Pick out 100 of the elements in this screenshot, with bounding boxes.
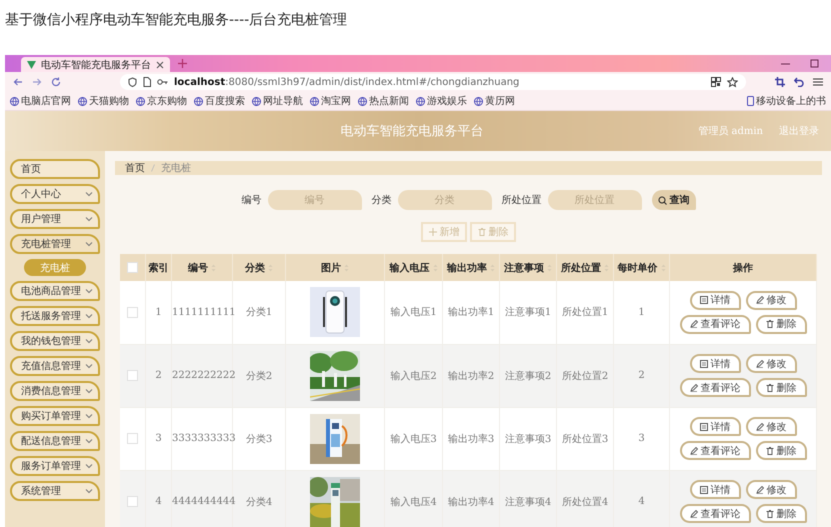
menu-icon[interactable]	[813, 77, 823, 87]
pen-icon	[690, 320, 698, 328]
table-cell: 输入电压3	[384, 407, 442, 470]
chevron-icon	[85, 216, 93, 222]
close-icon[interactable]	[156, 60, 164, 68]
url-text: localhost:8080/ssml3h97/admin/dist/index.html#/chongdianzhuang	[174, 76, 520, 88]
sidebar-item[interactable]: 消费信息管理	[10, 381, 100, 401]
field-label: 所处位置	[502, 194, 542, 207]
pen-icon	[690, 384, 698, 392]
column-header: 输出功率	[447, 262, 487, 274]
sidebar-item[interactable]: 用户管理	[10, 209, 100, 229]
sidebar-item[interactable]: 配送信息管理	[10, 431, 100, 451]
column-header: 操作	[733, 262, 753, 274]
trash-icon	[766, 446, 774, 454]
detail-button[interactable]: 详情	[690, 354, 740, 373]
table-cell: 所处位置3	[556, 407, 614, 470]
bookmark-link[interactable]: 京东购物	[135, 94, 188, 108]
undo-icon[interactable]	[794, 77, 804, 87]
comment-button[interactable]: 查看评论	[680, 504, 750, 523]
comment-button[interactable]: 查看评论	[680, 441, 750, 460]
bookmark-link[interactable]: 游戏娱乐	[415, 94, 468, 108]
sidebar-item[interactable]: 个人中心	[10, 184, 100, 204]
address-field[interactable]: localhost:8080/ssml3h97/admin/dist/index.html#/chongdianzhuang	[120, 74, 746, 90]
pen-icon	[756, 360, 764, 368]
back-icon[interactable]	[13, 77, 23, 87]
search-field[interactable]: 编号	[268, 190, 362, 210]
table-cell: 注意事项2	[500, 344, 556, 407]
bookmark-link[interactable]: 淘宝网	[309, 94, 352, 108]
separator	[151, 164, 155, 172]
comment-button[interactable]: 查看评论	[680, 378, 750, 397]
search-button[interactable]: 查询	[652, 190, 696, 210]
edit-button[interactable]: 修改	[746, 480, 796, 499]
sidebar-item[interactable]: 电池商品管理	[10, 281, 100, 301]
document-icon	[700, 296, 708, 304]
maximize-icon[interactable]	[810, 59, 819, 68]
checkbox[interactable]	[127, 370, 138, 381]
plus-icon[interactable]	[178, 59, 187, 68]
delete-button[interactable]: 删除	[756, 378, 806, 397]
checkbox[interactable]	[127, 306, 138, 318]
bookmark-link[interactable]: 热点新闻	[357, 94, 410, 108]
document-icon	[700, 486, 708, 494]
checkbox[interactable]	[127, 496, 138, 507]
checkbox[interactable]	[127, 432, 138, 444]
search-field[interactable]: 所处位置	[548, 190, 642, 210]
bookmark-link[interactable]: 百度搜索	[193, 94, 246, 108]
sidebar-item[interactable]: 首页	[10, 159, 100, 179]
forward-icon[interactable]	[32, 77, 42, 87]
comment-button[interactable]: 查看评论	[680, 314, 750, 334]
browser-tab[interactable]: 电动车智能充电服务平台	[21, 57, 170, 72]
crop-icon[interactable]	[775, 77, 785, 87]
bookmark-link[interactable]: 移动设备上的书	[746, 94, 827, 108]
chevron-icon	[85, 438, 93, 444]
chevron-icon	[85, 463, 93, 469]
edit-button[interactable]: 修改	[746, 417, 796, 436]
tab-title: 电动车智能充电服务平台	[41, 58, 151, 72]
bookmark-link[interactable]: 黄历网	[473, 94, 516, 108]
table-cell: 3333333333	[172, 407, 232, 470]
table-cell: 输出功率2	[442, 344, 500, 407]
table-cell: 2	[614, 344, 670, 407]
column-header: 索引	[148, 262, 168, 274]
table-cell: 所处位置1	[556, 281, 614, 344]
search-icon	[658, 196, 666, 204]
shield-icon	[128, 77, 137, 87]
reload-icon[interactable]	[51, 77, 61, 87]
table-cell: 3	[146, 407, 172, 470]
detail-button[interactable]: 详情	[690, 480, 740, 499]
sidebar-item[interactable]: 服务订单管理	[10, 456, 100, 476]
delete-button[interactable]: 删除	[756, 441, 806, 460]
delete-button[interactable]: 删除	[756, 504, 806, 523]
edit-button[interactable]: 修改	[746, 354, 796, 373]
sidebar-item[interactable]: 托送服务管理	[10, 306, 100, 326]
chevron-icon	[85, 191, 93, 197]
detail-button[interactable]: 详情	[690, 290, 740, 310]
sidebar-item[interactable]: 充电桩管理	[10, 234, 100, 254]
bookmark-link[interactable]: 天猫购物	[77, 94, 130, 108]
search-field[interactable]: 分类	[398, 190, 492, 210]
table-cell: 输出功率4	[442, 470, 500, 527]
column-header: 分类	[245, 262, 265, 274]
detail-button[interactable]: 详情	[690, 417, 740, 436]
sidebar-item[interactable]: 充值信息管理	[10, 356, 100, 376]
sidebar-item[interactable]: 购买订单管理	[10, 406, 100, 426]
table-cell: 输入电压1	[384, 281, 442, 344]
chevron-icon	[85, 288, 93, 294]
sidebar-item[interactable]: 我的钱包管理	[10, 331, 100, 351]
edit-button[interactable]: 修改	[746, 290, 796, 310]
star-icon[interactable]	[727, 76, 738, 88]
pen-icon	[756, 296, 764, 304]
pen-icon	[690, 446, 698, 454]
checkbox[interactable]	[127, 262, 138, 273]
trash-icon	[478, 228, 486, 236]
delete-button[interactable]: 删除	[756, 314, 806, 334]
triangle-icon	[27, 60, 36, 69]
sidebar-item[interactable]: 系统管理	[10, 481, 100, 501]
qr-code-icon[interactable]	[711, 77, 721, 87]
table-cell: 注意事项3	[500, 407, 556, 470]
table-cell: 2	[146, 344, 172, 407]
page-icon	[143, 77, 151, 87]
bookmark-link[interactable]: 网址导航	[251, 94, 304, 108]
bookmark-link[interactable]: 电脑店官网	[9, 94, 72, 108]
breadcrumb-link[interactable]: 首页	[125, 161, 145, 175]
